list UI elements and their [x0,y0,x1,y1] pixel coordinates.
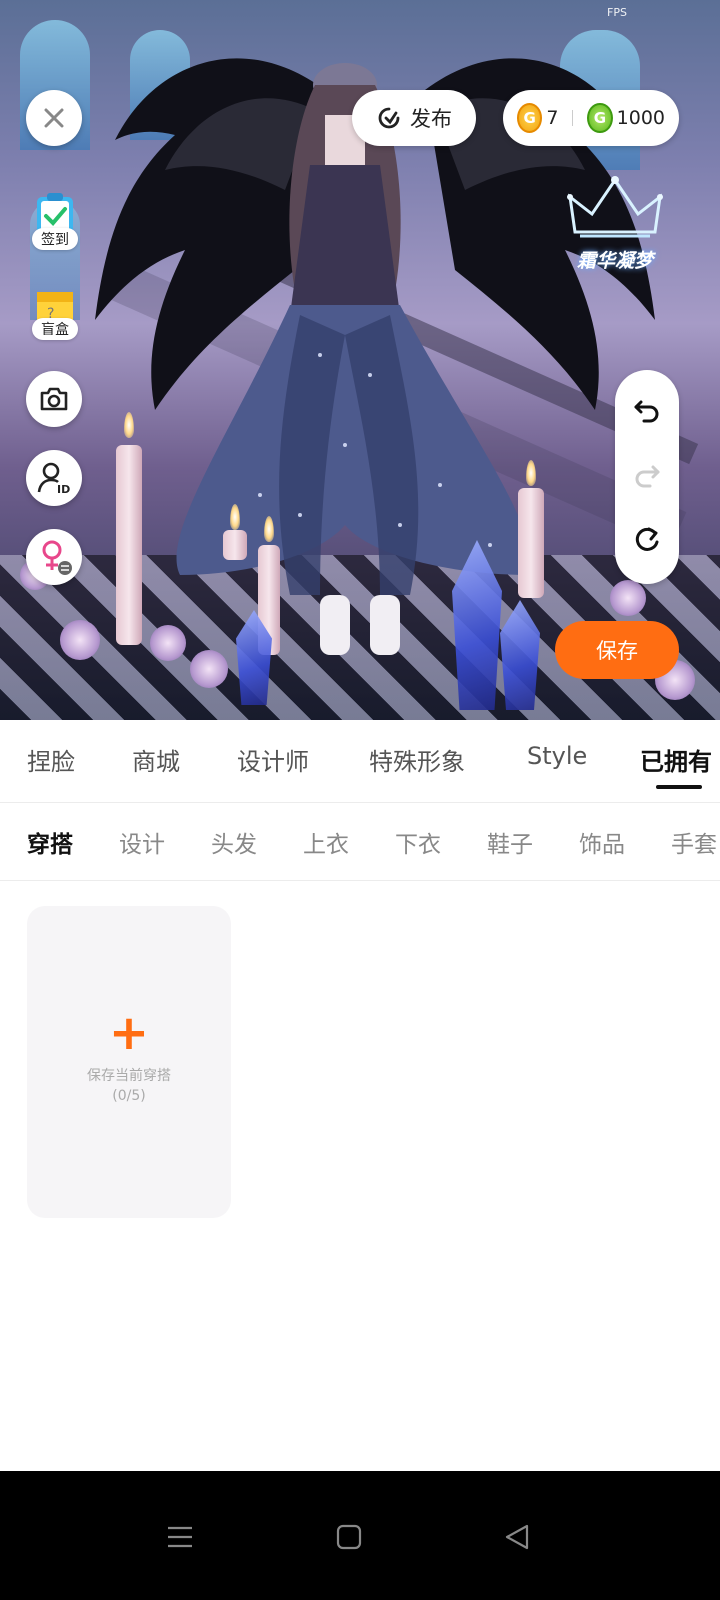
camera-button[interactable] [26,371,82,427]
active-tab-indicator [656,785,702,789]
currency-divider [572,110,574,126]
subtab-gloves[interactable]: 手套 [671,825,717,859]
rose [610,580,646,616]
nav-menu-button[interactable] [160,1517,200,1557]
candle [223,530,247,560]
svg-text:ID: ID [57,483,70,495]
crown-icon [567,176,663,238]
tab-style[interactable]: Style [527,742,587,770]
outfit-slot-count: (0/5) [112,1087,146,1104]
currency-display[interactable]: G 7 G 1000 [503,90,679,146]
green-coin-icon: G [587,103,613,133]
outfit-grid: + 保存当前穿搭 (0/5) [0,881,720,1471]
menu-icon [168,1526,192,1548]
save-outfit-card[interactable]: + 保存当前穿搭 (0/5) [27,906,231,1218]
history-panel [615,370,679,584]
subtab-design[interactable]: 设计 [119,825,165,859]
female-switch-icon [42,540,72,575]
tab-special-avatar[interactable]: 特殊形象 [369,742,465,777]
gold-coin-value: 7 [546,107,559,129]
green-coin-value: 1000 [616,107,665,129]
publish-button[interactable]: 发布 [352,90,476,146]
subtab-outfit[interactable]: 穿搭 [27,825,73,859]
reset-icon [635,527,659,551]
rose [190,650,228,688]
save-button[interactable]: 保存 [555,621,679,679]
checkin-button[interactable]: 签到 [26,192,84,254]
profile-button[interactable]: ID [26,450,82,506]
redo-icon [635,465,660,488]
tab-shop[interactable]: 商城 [132,742,180,777]
blindbox-label: 盲盒 [32,318,78,340]
fps-indicator: FPS [607,6,627,19]
category-tab-bar: 穿搭 设计 头发 上衣 下衣 鞋子 饰品 手套 [0,803,720,881]
tab-designer[interactable]: 设计师 [237,742,309,777]
tab-face[interactable]: 捏脸 [27,742,75,777]
undo-button[interactable] [632,395,662,429]
theme-logo-text: 霜华凝梦 [576,250,653,272]
subtab-accessories[interactable]: 饰品 [579,825,625,859]
back-triangle-icon [505,1524,529,1550]
rose [60,620,100,660]
theme-logo: 霜华凝梦 [555,172,675,287]
subtab-top[interactable]: 上衣 [303,825,349,859]
main-tab-bar: 捏脸 商城 设计师 特殊形象 Style 已拥有 [0,720,720,803]
user-id-icon: ID [37,462,70,495]
close-icon [44,108,64,128]
candle [116,445,142,645]
gold-coin-icon: G [517,103,543,133]
publish-refresh-icon [378,107,400,129]
tab-owned[interactable]: 已拥有 [640,742,712,777]
checkin-label: 签到 [32,228,78,250]
rose [150,625,186,661]
nav-back-button[interactable] [497,1517,537,1557]
subtab-hair[interactable]: 头发 [211,825,257,859]
blindbox-button[interactable]: ? 盲盒 [26,284,84,346]
subtab-shoes[interactable]: 鞋子 [487,825,533,859]
save-outfit-label: 保存当前穿搭 [87,1067,171,1084]
home-square-icon [336,1524,362,1550]
undo-icon [634,400,659,423]
gender-switch-button[interactable] [26,529,82,585]
candle [518,488,544,598]
close-button[interactable] [26,90,82,146]
nav-home-button[interactable] [329,1517,369,1557]
system-nav-bar [0,1471,720,1600]
redo-button[interactable] [632,460,662,494]
plus-icon: + [108,1004,150,1061]
subtab-bottom[interactable]: 下衣 [395,825,441,859]
publish-label: 发布 [410,107,452,131]
reset-button[interactable] [632,525,662,559]
camera-icon [40,387,68,411]
